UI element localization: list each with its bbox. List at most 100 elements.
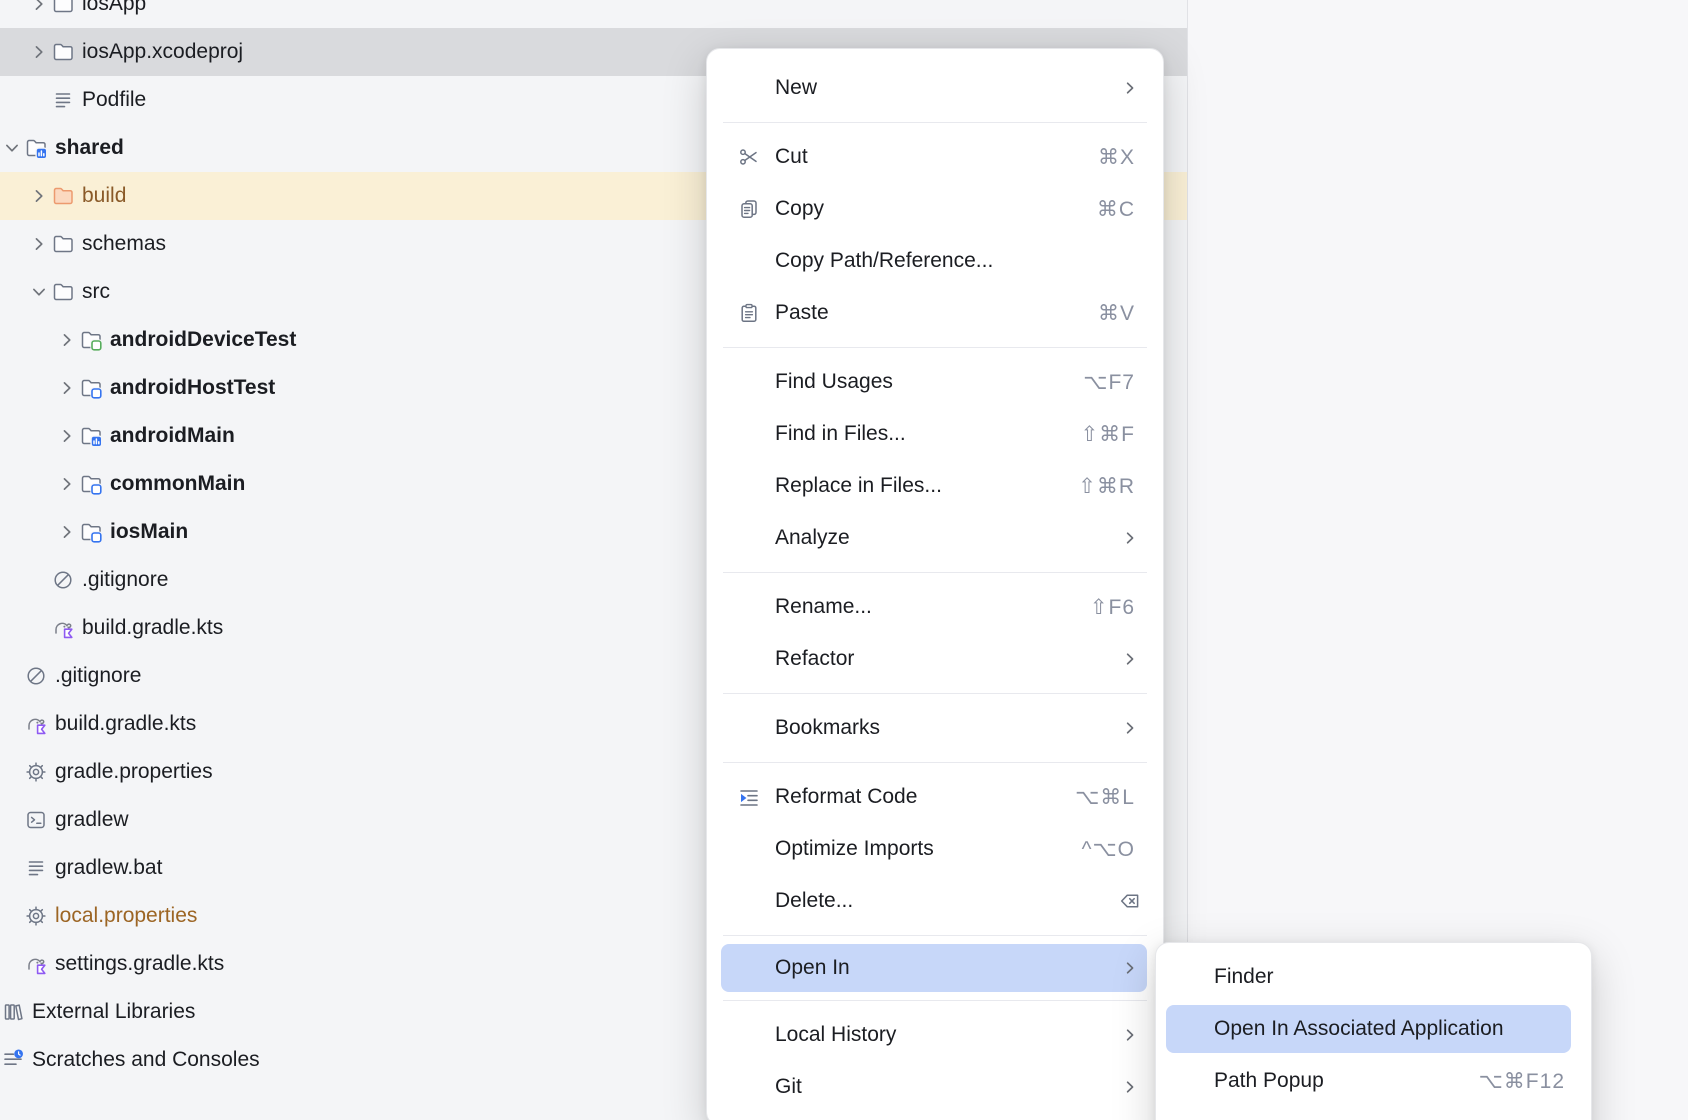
tree-item-label: gradlew.bat [55, 856, 162, 880]
menu-item-rename[interactable]: Rename... ⇧F6 [707, 581, 1163, 633]
tree-item-label: .gitignore [55, 664, 141, 688]
tree-item-label: settings.gradle.kts [55, 952, 224, 976]
tree-item-label: gradle.properties [55, 760, 213, 784]
chevron-right-icon[interactable] [56, 329, 78, 351]
chevron-right-icon [1119, 717, 1141, 739]
chevron-right-icon[interactable] [56, 425, 78, 447]
folder-icon [51, 40, 75, 64]
tree-item-label: local.properties [55, 904, 197, 928]
folder-icon [51, 232, 75, 256]
menu-item-find-usages[interactable]: Find Usages ⌥F7 [707, 356, 1163, 408]
chevron-right-icon [1119, 1024, 1141, 1046]
menu-item-copy[interactable]: Copy ⌘C [707, 183, 1163, 235]
tree-item-label: build.gradle.kts [55, 712, 196, 736]
folder-module-icon [24, 136, 48, 160]
menu-item-replace-in-files[interactable]: Replace in Files... ⇧⌘R [707, 460, 1163, 512]
gradle-kotlin-icon [24, 952, 48, 976]
tree-item-label: build.gradle.kts [82, 616, 223, 640]
tree-item-label: gradlew [55, 808, 129, 832]
chevron-right-icon[interactable] [56, 521, 78, 543]
shortcut-label: ⌘X [1098, 145, 1135, 170]
folder-build-icon [51, 184, 75, 208]
shortcut-label: ⌥⌘F12 [1479, 1069, 1565, 1094]
menu-item-local-history[interactable]: Local History [707, 1009, 1163, 1061]
scratches-icon [1, 1048, 25, 1072]
reformat-code-icon [737, 785, 761, 809]
menu-separator [723, 572, 1147, 573]
copy-icon [737, 197, 761, 221]
tree-item-label: iosApp [82, 0, 146, 16]
chevron-right-icon [1119, 648, 1141, 670]
shortcut-label: ^⌥O [1082, 837, 1135, 862]
folder-test-icon [79, 328, 103, 352]
shortcut-label: ⌥⌘L [1075, 785, 1135, 810]
chevron-right-icon[interactable] [28, 0, 50, 15]
chevron-right-icon [1119, 957, 1141, 979]
menu-item-reformat-code[interactable]: Reformat Code ⌥⌘L [707, 771, 1163, 823]
menu-item-delete[interactable]: Delete... [707, 875, 1163, 927]
chevron-right-icon[interactable] [56, 377, 78, 399]
menu-separator [723, 347, 1147, 348]
folder-icon [51, 0, 75, 16]
chevron-down-icon[interactable] [1, 137, 23, 159]
chevron-right-icon[interactable] [28, 185, 50, 207]
menu-item-bookmarks[interactable]: Bookmarks [707, 702, 1163, 754]
tree-item-label: shared [55, 136, 124, 160]
terminal-icon [24, 808, 48, 832]
library-icon [1, 1000, 25, 1024]
chevron-right-icon [1119, 77, 1141, 99]
shortcut-label: ⇧⌘R [1078, 474, 1135, 499]
shortcut-label: ⇧F6 [1090, 595, 1135, 620]
chevron-right-icon[interactable] [28, 233, 50, 255]
tree-item-iosapp[interactable]: iosApp [0, 0, 1187, 28]
paste-icon [737, 301, 761, 325]
submenu-item-open-in-associated-application[interactable]: Open In Associated Application [1166, 1005, 1571, 1053]
tree-item-label: Podfile [82, 88, 146, 112]
menu-item-optimize-imports[interactable]: Optimize Imports ^⌥O [707, 823, 1163, 875]
delete-forward-icon [1117, 889, 1141, 913]
tree-item-label: Scratches and Consoles [32, 1048, 260, 1072]
file-lines-icon [24, 856, 48, 880]
submenu-item-finder[interactable]: Finder [1156, 951, 1591, 1003]
folder-source-icon [79, 472, 103, 496]
menu-item-paste[interactable]: Paste ⌘V [707, 287, 1163, 339]
tree-item-label: androidDeviceTest [110, 328, 296, 352]
tree-item-label: commonMain [110, 472, 245, 496]
shortcut-label: ⌘V [1098, 301, 1135, 326]
menu-separator [723, 935, 1147, 936]
menu-separator [723, 693, 1147, 694]
tree-item-label: build [82, 184, 126, 208]
menu-item-find-in-files[interactable]: Find in Files... ⇧⌘F [707, 408, 1163, 460]
menu-item-git[interactable]: Git [707, 1061, 1163, 1113]
gear-icon [24, 760, 48, 784]
menu-item-copy-path-reference[interactable]: Copy Path/Reference... [707, 235, 1163, 287]
folder-icon [51, 280, 75, 304]
scissors-icon [737, 145, 761, 169]
chevron-right-icon[interactable] [28, 41, 50, 63]
shortcut-label: ⌥F7 [1083, 370, 1135, 395]
file-lines-icon [51, 88, 75, 112]
menu-separator [723, 122, 1147, 123]
folder-source-icon [79, 376, 103, 400]
shortcut-label: ⌘C [1097, 197, 1135, 222]
tree-item-label: External Libraries [32, 1000, 195, 1024]
chevron-down-icon[interactable] [28, 281, 50, 303]
context-menu: New Cut ⌘X Copy ⌘C Copy Path/Reference..… [706, 48, 1164, 1120]
ide-window: iosApp iosApp.xcodeproj Podfile shared b… [0, 0, 1688, 1120]
tree-item-label: .gitignore [82, 568, 168, 592]
folder-source-icon [79, 520, 103, 544]
submenu-item-path-popup[interactable]: Path Popup ⌥⌘F12 [1156, 1055, 1591, 1107]
menu-separator [723, 1000, 1147, 1001]
menu-item-cut[interactable]: Cut ⌘X [707, 131, 1163, 183]
menu-item-new[interactable]: New [707, 62, 1163, 114]
tree-item-label: src [82, 280, 110, 304]
menu-item-open-in[interactable]: Open In [721, 944, 1147, 992]
tree-item-label: androidMain [110, 424, 235, 448]
menu-item-refactor[interactable]: Refactor [707, 633, 1163, 685]
ignored-file-icon [51, 568, 75, 592]
gradle-kotlin-icon [51, 616, 75, 640]
chevron-right-icon[interactable] [56, 473, 78, 495]
gradle-kotlin-icon [24, 712, 48, 736]
menu-item-analyze[interactable]: Analyze [707, 512, 1163, 564]
chevron-right-icon [1119, 1076, 1141, 1098]
